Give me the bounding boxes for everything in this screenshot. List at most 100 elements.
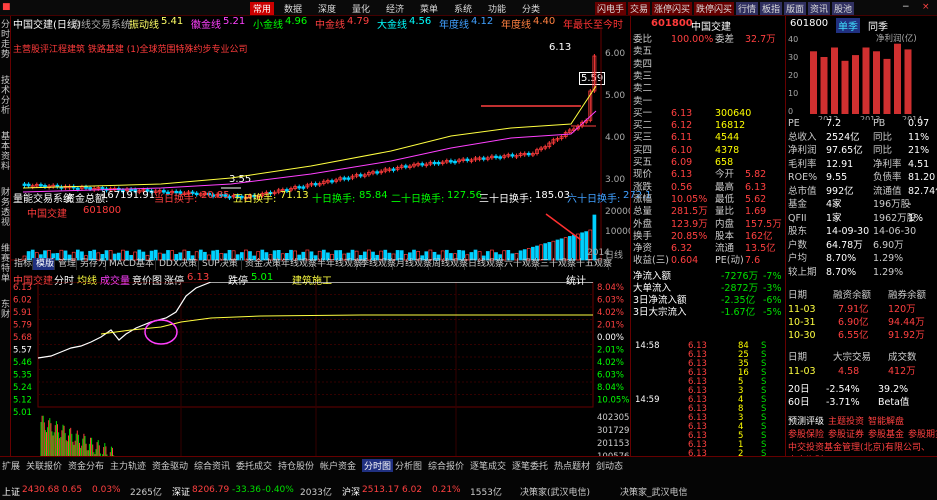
margin-cell: 91.92万 — [888, 330, 925, 341]
menu-4[interactable]: 经济 — [386, 2, 404, 15]
quote-cell: 6.10 — [671, 144, 693, 156]
left-tab-2[interactable]: 基本资料 — [0, 132, 11, 172]
minimize-icon[interactable]: − — [902, 2, 910, 12]
far-cell: 64.78万 — [826, 239, 863, 251]
indicator-tab-6[interactable]: SUP决策 — [199, 258, 242, 270]
bottom-tab-2[interactable]: 资金分布 — [68, 459, 104, 472]
pct-axis-label: 8.04% — [597, 383, 624, 393]
profit-bar — [831, 47, 838, 114]
volume-bar — [563, 237, 568, 261]
left-tab-3[interactable]: 财务透视 — [0, 188, 11, 228]
indicator-tab-3[interactable]: 另存为 — [77, 258, 107, 270]
price-axis-label: 5.79 — [13, 321, 32, 331]
left-tab-4[interactable]: 维赛特单 — [0, 244, 11, 284]
indicator-tab-10[interactable]: 季线观察 — [357, 258, 396, 270]
quick-2[interactable]: 涨停闪买 — [652, 2, 693, 15]
far-row-2: 净利润 97.65亿 同比 21% — [788, 145, 936, 157]
quote-cell: 10.05% — [671, 193, 708, 205]
indicator-tab-14[interactable]: 六十观察 — [501, 258, 540, 270]
link-6[interactable]: 参股期货 — [908, 427, 937, 440]
indicator-tab-7[interactable]: 资金决策 — [242, 258, 281, 270]
link-5[interactable]: 参股基金 — [868, 427, 904, 440]
quote-cell: PE(动) — [715, 255, 744, 267]
quick-4[interactable]: 行情 — [736, 2, 759, 15]
quick-7[interactable]: 资讯 — [808, 2, 831, 15]
indicator-tab-15[interactable]: 三十观察 — [537, 258, 576, 270]
bottom-tab-9[interactable]: 分时图 — [362, 459, 394, 472]
bottom-tab-15[interactable]: 剑动态 — [596, 459, 623, 472]
far-cell: 14-09-30 — [826, 226, 870, 237]
menu-0[interactable]: 常用 — [250, 2, 275, 15]
bottom-tab-13[interactable]: 逐笔委托 — [512, 459, 548, 472]
indicator-tab-12[interactable]: 周线观察 — [429, 258, 468, 270]
far-cell: 总收入 — [788, 131, 817, 143]
quick-3[interactable]: 跌停闪买 — [694, 2, 735, 15]
indicator-tab-1[interactable]: 模版 — [33, 258, 55, 270]
quick-5[interactable]: 板指 — [760, 2, 783, 15]
profit-bar — [894, 43, 901, 115]
margin-cell: 7.91亿 — [838, 304, 869, 315]
bottom-tab-12[interactable]: 逐笔成交 — [470, 459, 506, 472]
yield-cell: 39.2% — [878, 384, 909, 395]
far-row-1: 总收入 2524亿 同比 11% — [788, 132, 936, 144]
link-4[interactable]: 参股证券 — [828, 427, 864, 440]
left-tab-0[interactable]: 分时走势 — [0, 20, 11, 60]
quick-0[interactable]: 闪电手 — [595, 2, 627, 15]
indicator-tab-13[interactable]: 日线观察 — [465, 258, 504, 270]
indicator-tab-11[interactable]: 月线观察 — [393, 258, 432, 270]
bottom-tab-10[interactable]: 分析图 — [395, 459, 422, 472]
indicator-tab-8[interactable]: 年线观察 — [278, 258, 317, 270]
menu-8[interactable]: 分类 — [522, 2, 540, 15]
quick-6[interactable]: 版面 — [784, 2, 807, 15]
margin-cell: 6.90亿 — [838, 317, 869, 328]
bottom-tab-4[interactable]: 资金驱动 — [152, 459, 188, 472]
bottom-tab-7[interactable]: 持仓股份 — [278, 459, 314, 472]
left-tab-5[interactable]: 东财 — [0, 300, 11, 320]
quick-8[interactable]: 股池 — [832, 2, 855, 15]
menu-7[interactable]: 功能 — [488, 2, 506, 15]
bottom-tab-5[interactable]: 综合资讯 — [194, 459, 230, 472]
menu-5[interactable]: 菜单 — [420, 2, 438, 15]
close-icon[interactable]: × — [922, 2, 930, 12]
menu-1[interactable]: 数据 — [284, 2, 302, 15]
left-tab-1[interactable]: 技术分析 — [0, 76, 11, 116]
quote-cell: 买五 — [633, 157, 653, 168]
flow-row-1: 大单流入 -2872万 -3% — [633, 283, 783, 295]
indicator-tab-5[interactable]: DDX决策 — [156, 258, 199, 270]
margin-row-1: 10-31 6.90亿 94.44万 — [788, 317, 936, 329]
indicator-tab-16[interactable]: 十五观察 — [573, 258, 612, 270]
quick-1[interactable]: 交易 — [628, 2, 651, 15]
quote-row-12: 涨跌 0.56 最高 6.13 — [633, 182, 783, 194]
menu-3[interactable]: 量化 — [352, 2, 370, 15]
quote-cell: 股本 — [715, 230, 735, 242]
block-cell: 412万 — [888, 366, 916, 377]
chart-area[interactable]: 中国交建(日线) 均线交易系统 振动线 5.41 徽金线 5.21 小金线 4.96 中金线 4.… — [11, 16, 652, 472]
link-0[interactable]: 预测评级 — [788, 414, 824, 427]
indicator-tab-9[interactable]: 半年线观察 — [314, 258, 362, 270]
menu-6[interactable]: 系统 — [454, 2, 472, 15]
bottom-tab-3[interactable]: 主力轨迹 — [110, 459, 146, 472]
intraday-chart[interactable]: 6.13 6.02 5.91 5.79 5.68 5.57 5.46 5.35 5.24 5.12… — [11, 282, 630, 472]
quote-cell: 换手 — [633, 230, 653, 242]
ma-line-magenta — [22, 110, 597, 193]
candle — [481, 157, 486, 160]
margin-row-2: 10-30 6.55亿 91.92万 — [788, 330, 936, 342]
indicator-tab-4[interactable]: MACD基本 — [106, 258, 156, 270]
menu-2[interactable]: 深度 — [318, 2, 336, 15]
bottom-tab-6[interactable]: 委托成交 — [236, 459, 272, 472]
bottom-tab-1[interactable]: 关联报价 — [26, 459, 62, 472]
quote-cell: 委比 — [633, 34, 653, 45]
bottom-tab-14[interactable]: 热点题材 — [554, 459, 590, 472]
bottom-tab-11[interactable]: 综合报价 — [428, 459, 464, 472]
indicator-tab-0[interactable]: 指标 — [11, 258, 33, 270]
bottom-tab-0[interactable]: 扩展 — [2, 459, 20, 472]
bottom-tab-8[interactable]: 帐户资金 — [320, 459, 356, 472]
indicator-tab-2[interactable]: 管理 — [55, 258, 77, 270]
price-axis-label: 5.01 — [13, 408, 32, 418]
far-row-3: 毛利率 12.91 净利率 4.51 — [788, 159, 936, 171]
link-2[interactable]: 智能解盘 — [868, 414, 904, 427]
link-3[interactable]: 参股保险 — [788, 427, 824, 440]
far-cell: 992亿 — [826, 185, 854, 197]
volume-bar — [559, 238, 564, 261]
link-1[interactable]: 主题投资 — [828, 414, 864, 427]
